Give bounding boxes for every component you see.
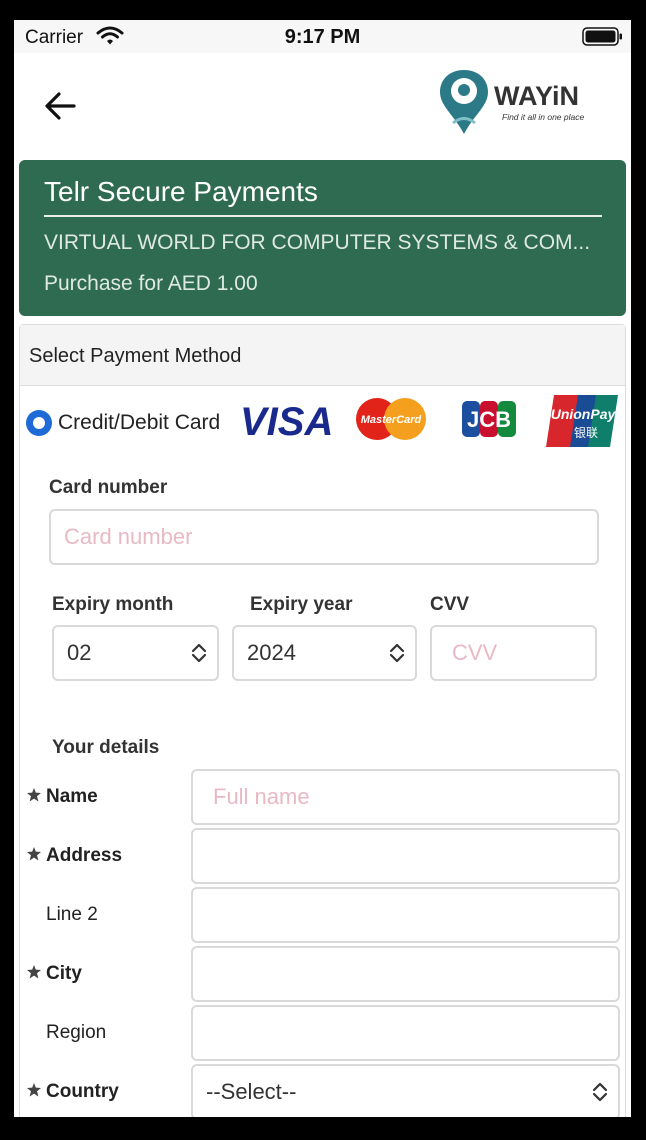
back-arrow-icon[interactable] — [42, 90, 78, 122]
payment-method-panel: Select Payment Method Credit/Debit Card … — [19, 324, 626, 1117]
select-chevron-icon — [389, 643, 405, 663]
purchase-amount: Purchase for AED 1.00 — [44, 272, 258, 295]
telr-title: Telr Secure Payments — [44, 176, 318, 207]
your-details-heading: Your details — [52, 737, 160, 758]
expiry-year-select[interactable]: 2024 — [232, 625, 417, 681]
name-label: Name — [46, 786, 98, 807]
telr-banner: Telr Secure Payments VIRTUAL WORLD FOR C… — [19, 160, 626, 316]
expiry-month-label: Expiry month — [52, 594, 174, 615]
svg-text:UnionPay: UnionPay — [551, 406, 617, 422]
payment-method-header: Select Payment Method — [20, 325, 625, 386]
screen: Carrier 9:17 PM WAYiN Find it all in one… — [14, 20, 631, 1117]
required-icon — [27, 965, 41, 979]
clock: 9:17 PM — [284, 26, 361, 48]
cvv-placeholder: CVV — [452, 640, 498, 665]
cvv-input[interactable]: CVV — [430, 625, 597, 681]
svg-text:WAYiN: WAYiN — [494, 81, 579, 111]
svg-text:MasterCard: MasterCard — [361, 414, 422, 426]
jcb-logo: JCB — [462, 401, 516, 437]
card-logos: VISA MasterCard JCB UnionPay 银联 — [240, 395, 618, 447]
city-label: City — [46, 963, 82, 984]
name-input[interactable]: Full name — [191, 769, 620, 825]
city-input[interactable] — [191, 946, 620, 1002]
wayin-logo: WAYiN Find it all in one place — [440, 70, 584, 134]
cvv-label: CVV — [430, 594, 470, 615]
visa-logo: VISA — [240, 400, 333, 444]
banner-divider — [44, 215, 602, 217]
expiry-year-label: Expiry year — [250, 594, 353, 615]
merchant-name: VIRTUAL WORLD FOR COMPUTER SYSTEMS & COM… — [44, 231, 591, 254]
expiry-month-select[interactable]: 02 — [52, 625, 219, 681]
svg-text:银联: 银联 — [574, 426, 598, 440]
required-icon — [27, 1083, 41, 1097]
credit-card-radio[interactable] — [26, 410, 52, 436]
address-label: Address — [46, 845, 123, 866]
required-icon — [27, 788, 41, 802]
line2-label: Line 2 — [46, 904, 98, 925]
select-chevron-icon — [592, 1082, 608, 1102]
select-chevron-icon — [191, 643, 207, 663]
unionpay-logo: UnionPay 银联 — [546, 395, 618, 447]
card-number-input[interactable]: Card number — [49, 509, 599, 565]
name-placeholder: Full name — [213, 784, 310, 809]
svg-text:VISA: VISA — [240, 400, 333, 444]
payment-method-title: Select Payment Method — [29, 345, 242, 367]
svg-text:Find it all in one place: Find it all in one place — [502, 112, 584, 122]
battery-icon — [582, 27, 622, 46]
country-label: Country — [46, 1081, 119, 1102]
svg-text:JCB: JCB — [467, 407, 511, 432]
country-select[interactable]: --Select-- — [191, 1064, 620, 1117]
required-icon — [27, 847, 41, 861]
expiry-year-value: 2024 — [247, 640, 296, 665]
card-number-label: Card number — [49, 477, 168, 498]
mastercard-logo: MasterCard — [356, 398, 426, 440]
country-value: --Select-- — [206, 1079, 297, 1104]
status-bar: Carrier 9:17 PM — [14, 20, 631, 53]
region-label: Region — [46, 1022, 107, 1043]
card-number-placeholder: Card number — [64, 524, 193, 549]
credit-card-label[interactable]: Credit/Debit Card — [58, 411, 220, 435]
address-input[interactable] — [191, 828, 620, 884]
line2-input[interactable] — [191, 887, 620, 943]
expiry-month-value: 02 — [67, 640, 92, 665]
region-input[interactable] — [191, 1005, 620, 1061]
